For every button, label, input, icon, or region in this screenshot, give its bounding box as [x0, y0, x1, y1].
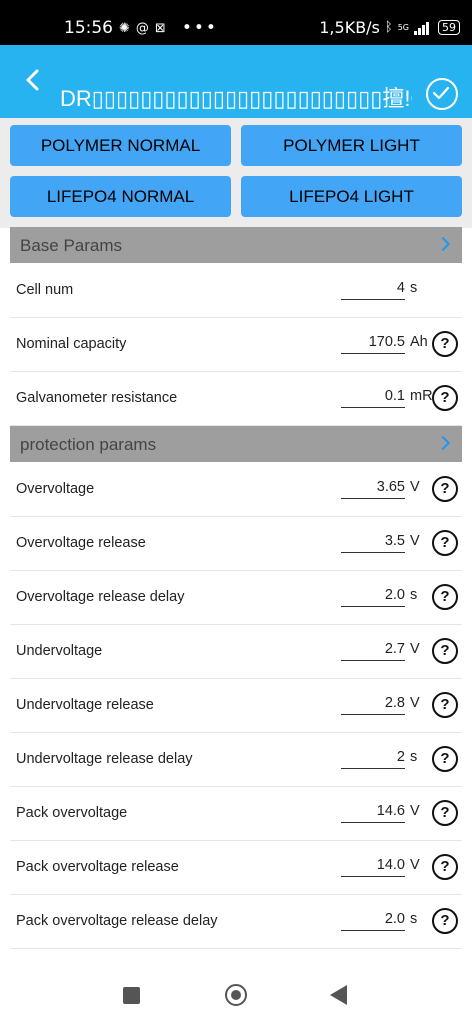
param-unit: mR	[410, 388, 433, 404]
param-unit: V	[410, 695, 420, 711]
param-unit: V	[410, 857, 420, 873]
pack-overvoltage-input[interactable]: 14.6	[341, 800, 405, 823]
status-right: 1,5KB/s ᛒ 5G 59	[319, 18, 460, 37]
param-label: Undervoltage	[16, 643, 103, 659]
overvoltage-input[interactable]: 3.65	[341, 476, 405, 499]
help-icon[interactable]: ?	[432, 530, 458, 556]
page-title: DR▯▯▯▯▯▯▯▯▯▯▯▯▯▯▯▯▯▯▯▯▯▯▯▯擅!C瘻	[60, 86, 412, 111]
param-label: Galvanometer resistance	[16, 390, 178, 406]
param-unit: Ah	[410, 334, 428, 350]
home-dot-icon	[231, 990, 241, 1000]
help-icon[interactable]: ?	[432, 692, 458, 718]
param-row-galvanometer-resistance: Galvanometer resistance 0.1 mR ?	[10, 371, 462, 426]
param-unit: V	[410, 533, 420, 549]
param-row-nominal-capacity: Nominal capacity 170.5 Ah ?	[10, 317, 462, 372]
param-label: Pack overvoltage release	[16, 859, 179, 875]
net-speed: 1,5KB/s	[319, 18, 380, 37]
confirm-check-icon[interactable]	[426, 78, 458, 110]
help-icon[interactable]: ?	[432, 854, 458, 880]
param-row-pack-overvoltage-release-delay: Pack overvoltage release delay 2.0 s ?	[10, 894, 462, 949]
help-icon[interactable]: ?	[432, 908, 458, 934]
status-left: 15:56 ✺ @ ⊠ •••	[64, 18, 218, 38]
network-type: 5G	[397, 22, 409, 32]
param-row-cell-num: Cell num 4 s	[10, 263, 462, 318]
at-icon: @	[135, 20, 149, 36]
chevron-right-icon	[435, 435, 451, 451]
param-row-undervoltage-release: Undervoltage release 2.8 V ?	[10, 678, 462, 733]
preset-lifepo4-light-button[interactable]: LIFEPO4 LIGHT	[241, 176, 462, 217]
battery-icon: 59	[438, 20, 460, 35]
param-row-pack-overvoltage: Pack overvoltage 14.6 V ?	[10, 786, 462, 841]
back-arrow-icon[interactable]	[18, 65, 48, 95]
param-row-pack-overvoltage-release: Pack overvoltage release 14.0 V ?	[10, 840, 462, 895]
galvanometer-resistance-input[interactable]: 0.1	[341, 385, 405, 408]
cell-num-input[interactable]: 4	[341, 277, 405, 300]
param-label: Overvoltage release	[16, 535, 146, 551]
status-bar: 15:56 ✺ @ ⊠ ••• 1,5KB/s ᛒ 5G 59	[0, 0, 472, 45]
param-row-undervoltage: Undervoltage 2.7 V ?	[10, 624, 462, 679]
param-unit: V	[410, 803, 420, 819]
section-title: protection params	[20, 435, 157, 454]
param-unit: s	[410, 280, 418, 296]
help-icon[interactable]: ?	[432, 331, 458, 357]
param-row-undervoltage-release-delay: Undervoltage release delay 2 s ?	[10, 732, 462, 787]
preset-lifepo4-normal-button[interactable]: LIFEPO4 NORMAL	[10, 176, 231, 217]
help-icon[interactable]: ?	[432, 800, 458, 826]
more-dots-icon: •••	[181, 18, 218, 38]
status-time: 15:56	[64, 18, 113, 38]
bluetooth-icon: ᛒ	[384, 20, 393, 35]
param-label: Nominal capacity	[16, 336, 127, 352]
help-icon[interactable]: ?	[432, 746, 458, 772]
chevron-right-icon	[435, 236, 451, 252]
outlook-icon: ⊠	[154, 20, 166, 36]
preset-polymer-light-button[interactable]: POLYMER LIGHT	[241, 125, 462, 166]
param-label: Undervoltage release delay	[16, 751, 193, 767]
help-icon[interactable]: ?	[432, 476, 458, 502]
help-icon[interactable]: ?	[432, 584, 458, 610]
app-bar: DR▯▯▯▯▯▯▯▯▯▯▯▯▯▯▯▯▯▯▯▯▯▯▯▯擅!C瘻	[0, 45, 472, 118]
undervoltage-input[interactable]: 2.7	[341, 638, 405, 661]
param-unit: s	[410, 911, 418, 927]
signal-icon	[414, 21, 429, 35]
recents-button[interactable]	[123, 987, 140, 1004]
param-unit: s	[410, 587, 418, 603]
param-label: Pack overvoltage	[16, 805, 128, 821]
undervoltage-release-delay-input[interactable]: 2	[341, 746, 405, 769]
param-label: Pack overvoltage release delay	[16, 913, 218, 929]
nominal-capacity-input[interactable]: 170.5	[341, 331, 405, 354]
param-label: Undervoltage release	[16, 697, 154, 713]
overvoltage-release-delay-input[interactable]: 2.0	[341, 584, 405, 607]
system-nav-bar	[0, 966, 472, 1024]
undervoltage-release-input[interactable]: 2.8	[341, 692, 405, 715]
section-protection-params[interactable]: protection params	[10, 426, 462, 462]
param-unit: V	[410, 479, 420, 495]
back-button[interactable]	[330, 985, 347, 1005]
param-label: Overvoltage	[16, 481, 95, 497]
param-label: Cell num	[16, 282, 74, 298]
section-base-params[interactable]: Base Params	[10, 227, 462, 263]
param-unit: V	[410, 641, 420, 657]
param-row-overvoltage-release: Overvoltage release 3.5 V ?	[10, 516, 462, 571]
param-unit: s	[410, 749, 418, 765]
help-icon[interactable]: ?	[432, 638, 458, 664]
param-label: Overvoltage release delay	[16, 589, 185, 605]
pack-overvoltage-release-input[interactable]: 14.0	[341, 854, 405, 877]
messenger-icon: ✺	[119, 20, 130, 36]
help-icon[interactable]: ?	[432, 385, 458, 411]
param-row-overvoltage: Overvoltage 3.65 V ?	[10, 462, 462, 517]
pack-overvoltage-release-delay-input[interactable]: 2.0	[341, 908, 405, 931]
preset-polymer-normal-button[interactable]: POLYMER NORMAL	[10, 125, 231, 166]
home-button[interactable]	[225, 984, 247, 1006]
overvoltage-release-input[interactable]: 3.5	[341, 530, 405, 553]
battery-level: 59	[442, 21, 456, 34]
section-title: Base Params	[20, 236, 123, 255]
preset-panel: POLYMER NORMAL POLYMER LIGHT LIFEPO4 NOR…	[0, 118, 472, 228]
param-row-overvoltage-release-delay: Overvoltage release delay 2.0 s ?	[10, 570, 462, 625]
